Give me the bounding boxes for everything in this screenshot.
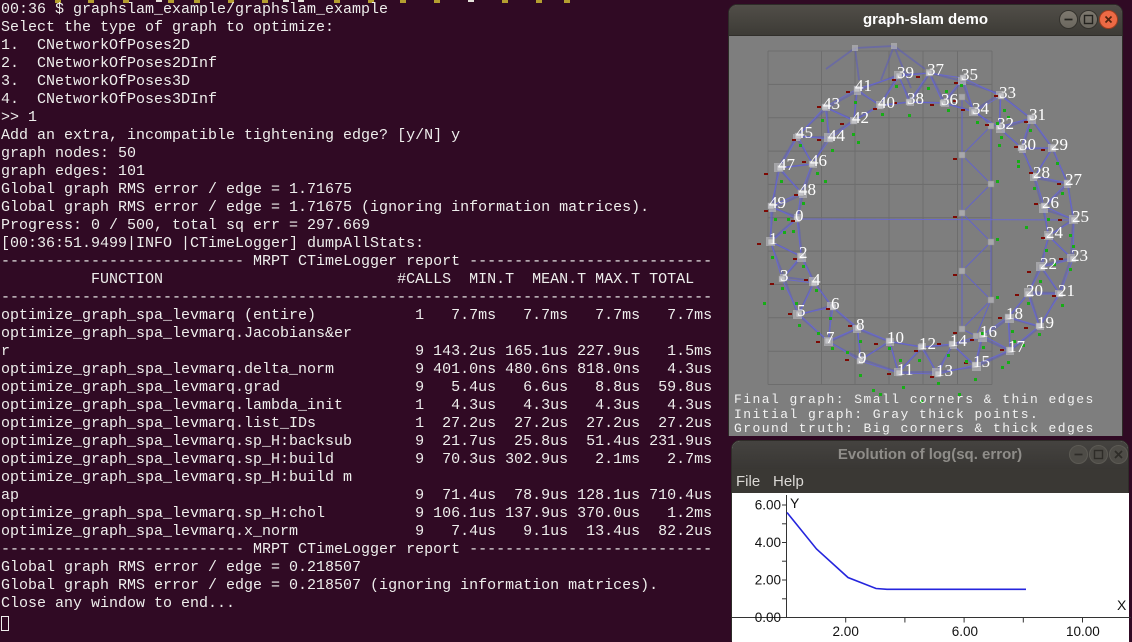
svg-text:12: 12	[919, 334, 936, 353]
svg-text:2.00: 2.00	[755, 573, 781, 588]
svg-text:46: 46	[810, 151, 827, 170]
svg-text:39: 39	[897, 63, 914, 82]
svg-text:42: 42	[852, 108, 869, 127]
svg-text:48: 48	[799, 180, 816, 199]
svg-text:23: 23	[1071, 246, 1088, 265]
svg-text:16: 16	[980, 322, 997, 341]
svg-text:0.00: 0.00	[755, 610, 781, 625]
svg-text:44: 44	[828, 126, 846, 145]
svg-text:14: 14	[950, 331, 968, 350]
svg-text:41: 41	[855, 76, 872, 95]
svg-text:0: 0	[795, 206, 804, 225]
svg-text:35: 35	[961, 65, 978, 84]
svg-text:49: 49	[769, 193, 786, 212]
svg-text:26: 26	[1042, 193, 1059, 212]
svg-text:4: 4	[812, 270, 821, 289]
svg-text:24: 24	[1046, 223, 1064, 242]
svg-text:5: 5	[797, 301, 806, 320]
svg-text:3: 3	[780, 266, 789, 285]
svg-text:15: 15	[973, 352, 990, 371]
svg-text:33: 33	[999, 83, 1016, 102]
svg-text:10.00: 10.00	[1066, 624, 1100, 639]
svg-text:8: 8	[856, 315, 865, 334]
svg-text:6.00: 6.00	[952, 624, 978, 639]
svg-text:27: 27	[1065, 170, 1083, 189]
svg-text:25: 25	[1072, 207, 1089, 226]
svg-text:28: 28	[1033, 163, 1050, 182]
svg-text:Y: Y	[790, 495, 800, 511]
svg-text:37: 37	[927, 60, 945, 79]
svg-text:6.00: 6.00	[755, 498, 781, 513]
svg-text:45: 45	[796, 123, 813, 142]
svg-text:31: 31	[1029, 105, 1046, 124]
svg-text:38: 38	[907, 89, 924, 108]
svg-text:36: 36	[941, 90, 958, 109]
svg-text:2: 2	[799, 243, 808, 262]
svg-text:4.00: 4.00	[755, 535, 781, 550]
svg-text:6: 6	[831, 294, 840, 313]
svg-text:32: 32	[997, 114, 1014, 133]
svg-text:18: 18	[1006, 304, 1023, 323]
svg-text:10: 10	[887, 328, 904, 347]
svg-text:40: 40	[878, 93, 895, 112]
svg-text:30: 30	[1019, 135, 1036, 154]
svg-text:22: 22	[1040, 254, 1057, 273]
svg-text:47: 47	[778, 155, 796, 174]
svg-text:34: 34	[972, 99, 990, 118]
svg-text:2.00: 2.00	[833, 624, 859, 639]
svg-text:7: 7	[826, 328, 835, 347]
svg-text:9: 9	[858, 348, 867, 367]
svg-text:19: 19	[1037, 313, 1054, 332]
svg-text:11: 11	[897, 360, 913, 379]
svg-text:13: 13	[936, 361, 953, 380]
svg-text:43: 43	[823, 94, 840, 113]
svg-text:17: 17	[1008, 337, 1026, 356]
svg-text:1: 1	[769, 229, 778, 248]
svg-text:29: 29	[1051, 135, 1068, 154]
svg-text:20: 20	[1026, 281, 1043, 300]
svg-text:21: 21	[1058, 281, 1075, 300]
svg-text:X: X	[1117, 597, 1127, 613]
